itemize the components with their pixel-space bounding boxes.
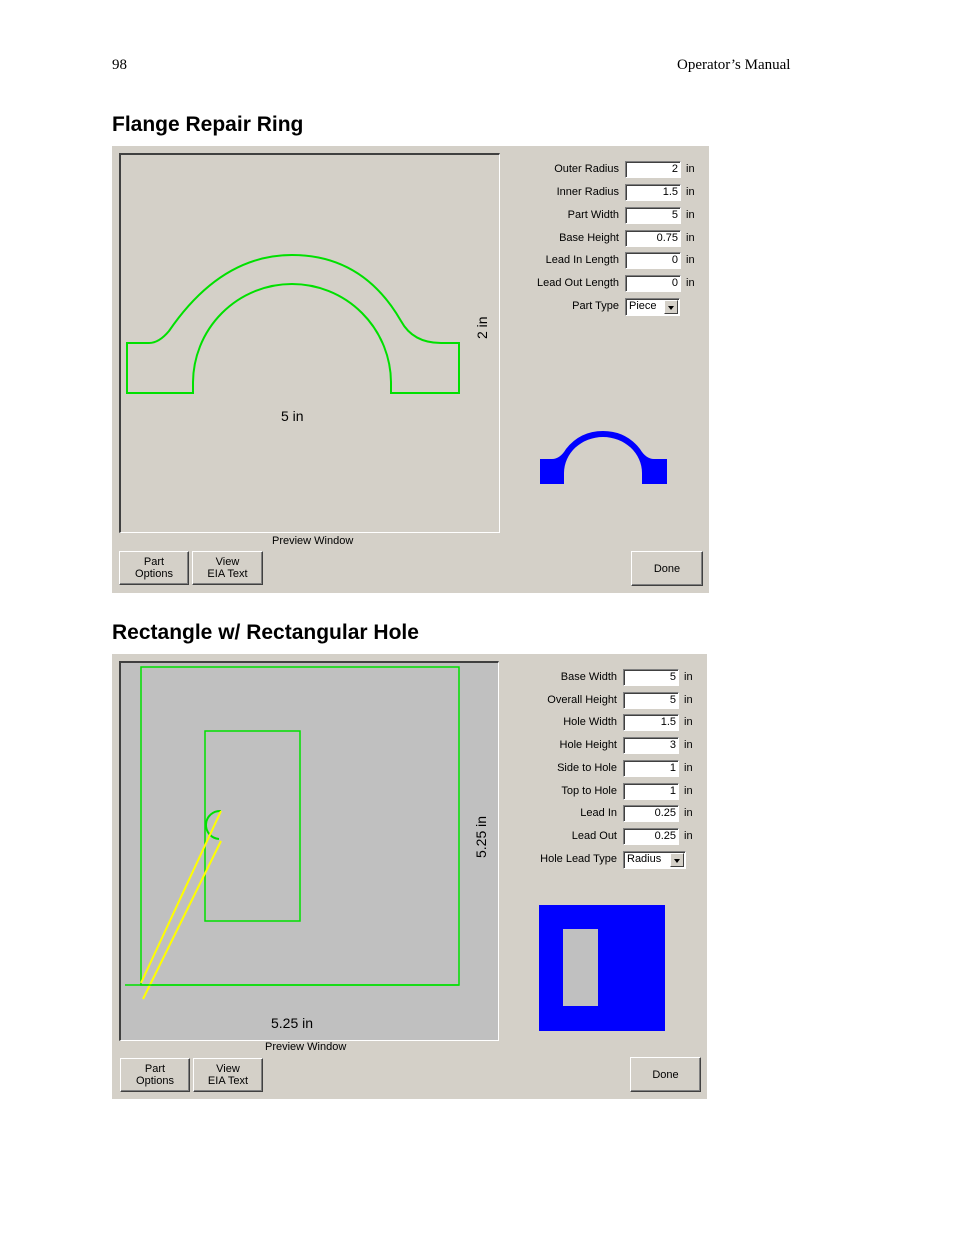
rectangle-outline-drawing	[125, 666, 460, 1000]
field-label: Part Type	[572, 300, 619, 312]
flange-outline-drawing	[126, 253, 460, 394]
field-top-to-hole: Top to Hole 1 in	[512, 783, 697, 801]
field-hole-lead-type: Hole Lead Type Radius	[512, 851, 697, 869]
section-title-rectangle: Rectangle w/ Rectangular Hole	[112, 621, 419, 644]
thumbnail-hole	[563, 929, 598, 1006]
selected-value: Radius	[627, 853, 662, 865]
field-side-to-hole: Side to Hole 1 in	[512, 760, 697, 778]
flange-thumbnail	[540, 431, 667, 484]
chevron-down-icon[interactable]	[664, 300, 678, 314]
flange-thumbnail-shape	[540, 431, 667, 484]
top-to-hole-input[interactable]: 1	[623, 783, 679, 800]
field-label: Part Width	[567, 209, 619, 221]
part-options-button[interactable]: Part Options	[120, 1058, 190, 1092]
inner-radius-input[interactable]: 1.5	[625, 184, 681, 201]
field-label: Inner Radius	[556, 186, 619, 198]
field-overall-height: Overall Height 5 in	[512, 692, 697, 710]
field-unit: in	[686, 209, 695, 221]
lead-out-input[interactable]: 0.25	[623, 828, 679, 845]
base-width-input[interactable]: 5	[623, 669, 679, 686]
rectangle-thumbnail	[539, 905, 665, 1031]
lead-in-length-input[interactable]: 0	[625, 252, 681, 269]
field-unit: in	[686, 186, 695, 198]
section-title-flange: Flange Repair Ring	[112, 113, 304, 136]
field-label: Side to Hole	[557, 762, 617, 774]
field-hole-height: Hole Height 3 in	[512, 737, 697, 755]
inner-hole-rectangle	[204, 730, 301, 922]
lead-out-length-input[interactable]: 0	[625, 275, 681, 292]
chevron-down-icon[interactable]	[670, 853, 684, 867]
field-label: Overall Height	[547, 694, 617, 706]
flange-dialog: 5 in 2 in Preview Window Outer Radius 2 …	[112, 146, 709, 593]
part-options-button[interactable]: Part Options	[119, 551, 189, 585]
preview-window: 5.25 in 5.25 in	[119, 661, 499, 1041]
field-lead-in-length: Lead In Length 0 in	[512, 252, 699, 270]
field-part-width: Part Width 5 in	[512, 207, 699, 225]
field-label: Hole Height	[559, 739, 617, 751]
lead-out-line	[142, 840, 222, 1000]
field-unit: in	[686, 163, 695, 175]
preview-window-caption: Preview Window	[272, 535, 354, 547]
field-unit: in	[684, 739, 693, 751]
outer-radius-input[interactable]: 2	[625, 161, 681, 178]
done-button[interactable]: Done	[631, 551, 703, 586]
side-to-hole-input[interactable]: 1	[623, 760, 679, 777]
lead-in-line	[140, 810, 222, 984]
field-label: Lead In	[580, 807, 617, 819]
field-label: Base Height	[559, 232, 619, 244]
field-lead-out-length: Lead Out Length 0 in	[512, 275, 699, 293]
field-outer-radius: Outer Radius 2 in	[512, 161, 699, 179]
field-unit: in	[684, 785, 693, 797]
base-height-input[interactable]: 0.75	[625, 230, 681, 247]
field-unit: in	[684, 830, 693, 842]
field-label: Lead Out Length	[537, 277, 619, 289]
page-number: 98	[112, 57, 127, 73]
field-unit: in	[686, 254, 695, 266]
field-unit: in	[684, 671, 693, 683]
width-dimension-label: 5.25 in	[271, 1015, 314, 1031]
field-unit: in	[686, 232, 695, 244]
field-label: Lead In Length	[545, 254, 619, 266]
field-unit: in	[684, 716, 693, 728]
manual-title: Operator’s Manual	[677, 57, 791, 73]
field-inner-radius: Inner Radius 1.5 in	[512, 184, 699, 202]
height-dimension-label: 5.25 in	[473, 815, 489, 858]
field-label: Hole Width	[563, 716, 617, 728]
preview-window: 5 in 2 in	[119, 153, 500, 533]
hole-lead-type-select[interactable]: Radius	[623, 851, 686, 869]
rectangle-dialog: 5.25 in 5.25 in Preview Window Base Widt…	[112, 654, 707, 1099]
field-base-width: Base Width 5 in	[512, 669, 697, 687]
field-unit: in	[684, 762, 693, 774]
field-unit: in	[686, 277, 695, 289]
field-label: Lead Out	[571, 830, 617, 842]
part-type-select[interactable]: Piece	[625, 298, 680, 316]
hole-width-input[interactable]: 1.5	[623, 714, 679, 731]
flange-outline	[126, 253, 460, 394]
field-part-type: Part Type Piece	[512, 298, 699, 316]
field-lead-out: Lead Out 0.25 in	[512, 828, 697, 846]
field-label: Outer Radius	[554, 163, 619, 175]
hole-height-input[interactable]: 3	[623, 737, 679, 754]
field-hole-width: Hole Width 1.5 in	[512, 714, 697, 732]
done-button[interactable]: Done	[630, 1057, 701, 1092]
field-unit: in	[684, 694, 693, 706]
selected-value: Piece	[629, 300, 657, 312]
field-label: Base Width	[560, 671, 617, 683]
thumbnail-outer	[539, 905, 665, 1031]
part-width-input[interactable]: 5	[625, 207, 681, 224]
view-eia-text-button[interactable]: View EIA Text	[193, 1058, 263, 1092]
field-unit: in	[684, 807, 693, 819]
field-label: Hole Lead Type	[540, 853, 617, 865]
field-lead-in: Lead In 0.25 in	[512, 805, 697, 823]
lead-in-input[interactable]: 0.25	[623, 805, 679, 822]
overall-height-input[interactable]: 5	[623, 692, 679, 709]
height-dimension-label: 2 in	[474, 316, 490, 339]
width-dimension-label: 5 in	[281, 408, 304, 424]
view-eia-text-button[interactable]: View EIA Text	[192, 551, 263, 585]
field-label: Top to Hole	[561, 785, 617, 797]
preview-window-caption: Preview Window	[265, 1041, 347, 1053]
field-base-height: Base Height 0.75 in	[512, 230, 699, 248]
